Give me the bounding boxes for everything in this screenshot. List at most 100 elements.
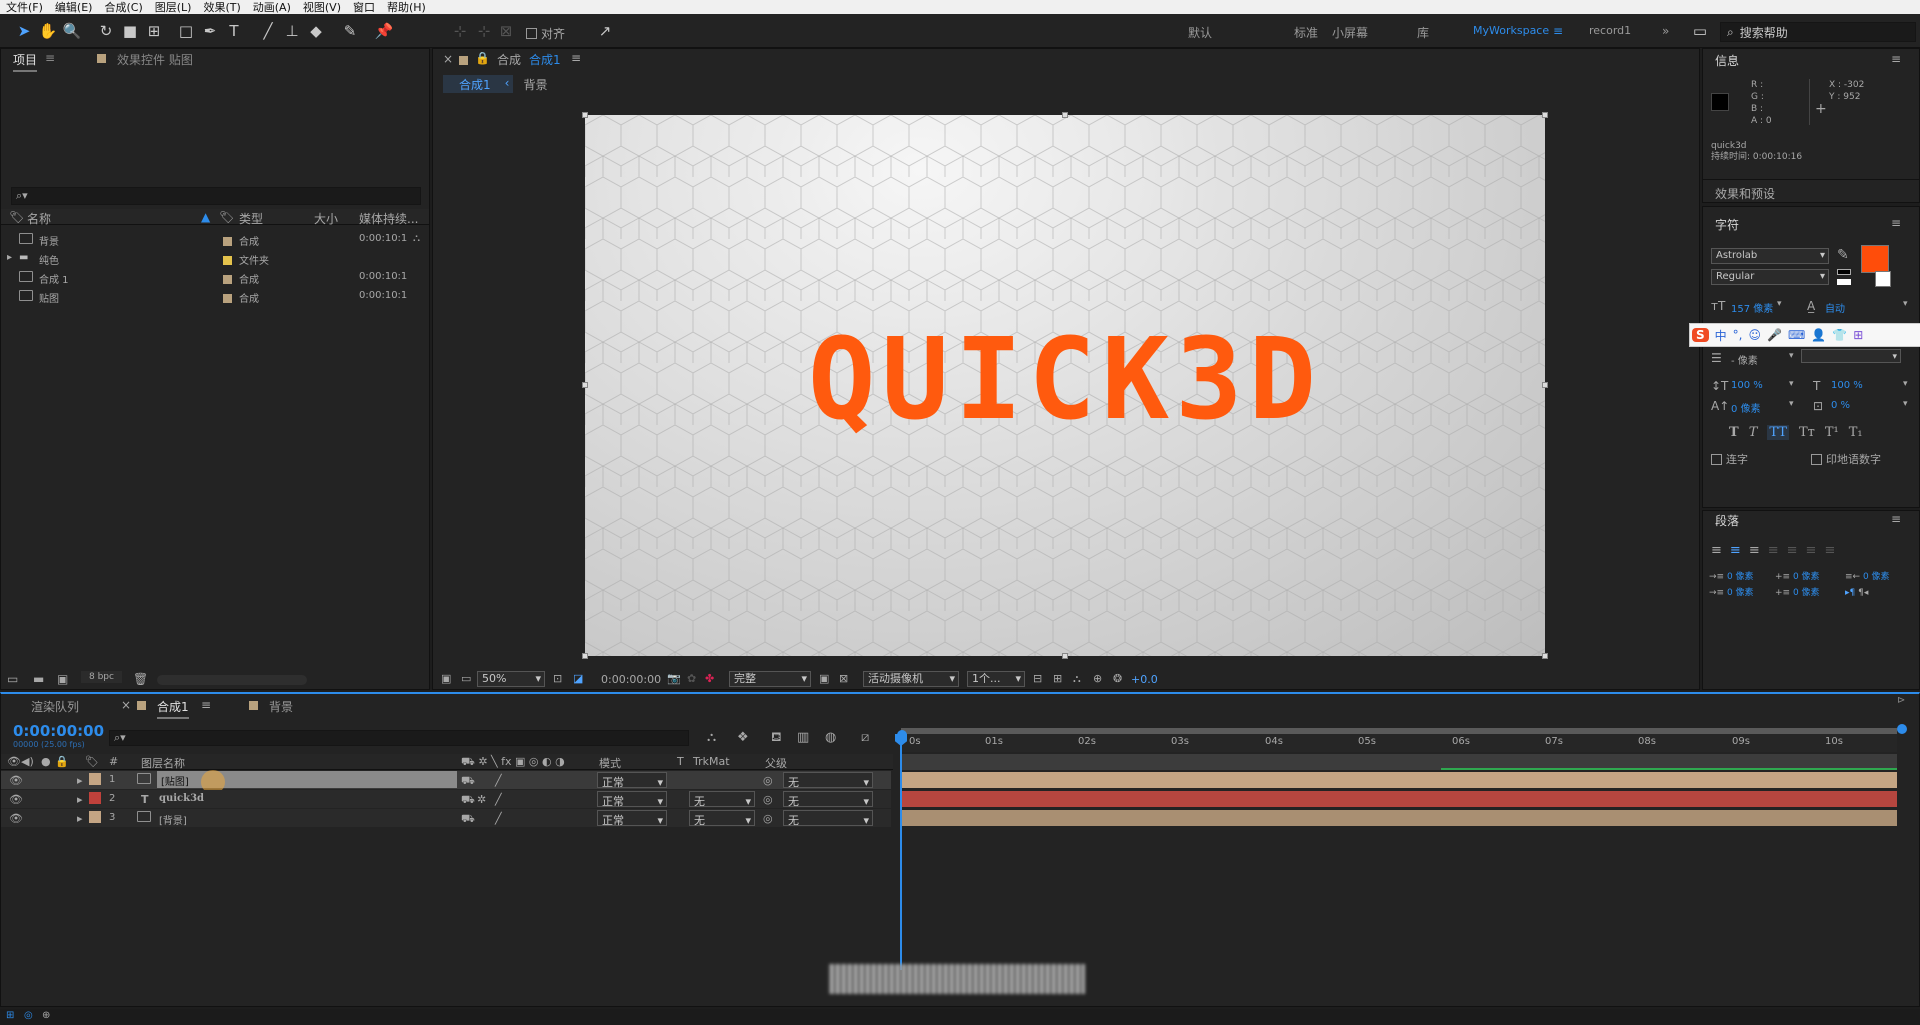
tab-render-queue[interactable]: 渲染队列 <box>31 698 79 715</box>
rotate-tool-icon[interactable]: ↻ <box>96 21 116 41</box>
brush-tool-icon[interactable]: ╱ <box>258 21 278 41</box>
pen-tool-icon[interactable]: ✒ <box>200 21 220 41</box>
transform-handle[interactable] <box>582 382 588 388</box>
close-tab-icon[interactable]: × <box>443 52 453 66</box>
transform-handle[interactable] <box>1062 653 1068 659</box>
viewer-menu-icon[interactable]: ≡ <box>571 51 581 65</box>
composition-canvas[interactable]: QUICK3D <box>585 115 1545 656</box>
layer-duration-bar[interactable] <box>901 772 1897 788</box>
layer-name[interactable]: quick3d <box>159 793 204 804</box>
ligature-checkbox[interactable] <box>1711 453 1722 465</box>
visibility-eye-icon[interactable]: 👁 <box>9 774 23 787</box>
breadcrumb-background[interactable]: 背景 <box>513 75 557 93</box>
menu-composition[interactable]: 合成(C) <box>98 0 148 15</box>
viewer-tab-comp[interactable]: 合成1 <box>529 51 561 68</box>
menu-file[interactable]: 文件(F) <box>0 0 49 15</box>
trkmat-select[interactable]: 无 ▾ <box>689 810 755 827</box>
selection-tool-icon[interactable]: ➤ <box>14 21 34 41</box>
workspace-record1[interactable]: record1 <box>1589 24 1631 37</box>
flowchart-icon[interactable]: ⛬ <box>413 233 420 244</box>
shy-layers-icon[interactable]: ⛾ <box>771 730 782 747</box>
transform-handle[interactable] <box>582 653 588 659</box>
menu-animation[interactable]: 动画(A) <box>247 0 297 15</box>
expand-arrow-icon[interactable]: ▸ <box>7 252 12 263</box>
roto-brush-tool-icon[interactable]: ✎ <box>340 21 360 41</box>
timeline-menu-icon[interactable]: ≡ <box>201 698 211 712</box>
column-parent[interactable]: 父级 <box>765 755 787 771</box>
viewer-timecode[interactable]: 0:00:00:00 <box>601 673 661 686</box>
menu-help[interactable]: 帮助(H) <box>381 0 432 15</box>
breadcrumb-comp1[interactable]: 合成1 <box>443 75 501 93</box>
stroke-width-value[interactable]: - 像素 <box>1731 352 1758 367</box>
region-icon[interactable]: ▣ <box>819 672 829 685</box>
layer-name[interactable]: [背景] <box>159 812 187 827</box>
project-item[interactable]: 贴图 合成 0:00:10:1 <box>1 286 429 305</box>
ime-voice-icon[interactable]: 🎤 <box>1767 328 1782 342</box>
tab-timeline-comp1[interactable]: 合成1 <box>157 698 189 719</box>
ltr-direction-icon[interactable]: ▸¶ <box>1845 588 1855 598</box>
effects-presets-tab[interactable]: 效果和预设 <box>1715 185 1775 202</box>
column-name[interactable]: 名称 <box>27 210 51 227</box>
camera-select[interactable]: 活动摄像机 ▾ <box>863 671 959 687</box>
ime-toolbar[interactable]: S 中 °, ☺ 🎤 ⌨ 👤 👕 ⊞ <box>1689 323 1920 347</box>
toggle-switches-icon[interactable]: ⊞ <box>6 1010 14 1021</box>
toggle-in-out-icon[interactable]: ⊕ <box>42 1010 50 1021</box>
resolution-select[interactable]: 完整 ▾ <box>729 671 811 687</box>
vertical-scale-value[interactable]: 100 % <box>1731 380 1763 391</box>
leading-dropdown-icon[interactable]: ▾ <box>1903 299 1908 309</box>
sync-settings-icon[interactable]: ▭ <box>1690 21 1710 41</box>
leading-value[interactable]: 自动 <box>1825 300 1845 315</box>
quality-switch-icon[interactable]: ╱ <box>495 812 502 825</box>
menu-edit[interactable]: 编辑(E) <box>49 0 99 15</box>
layer-row[interactable]: 👁 ▸ 2 T quick3d ⛟ ✲ ╱ 正常 ▾ 无 ▾ ◎ 无 ▾ <box>1 790 891 808</box>
superscript-button[interactable]: T¹ <box>1825 425 1839 440</box>
indent-first-value[interactable]: 0 像素 <box>1727 588 1754 598</box>
hindi-digits-checkbox[interactable] <box>1811 453 1822 465</box>
toggle-modes-icon[interactable]: ◎ <box>24 1010 33 1021</box>
stroke-dropdown-icon[interactable]: ▾ <box>1789 351 1794 361</box>
project-search-input[interactable]: ⌕▾ <box>11 187 421 205</box>
visibility-eye-icon[interactable]: 👁 <box>9 812 23 825</box>
hscale-dropdown-icon[interactable]: ▾ <box>1903 379 1908 389</box>
type-tool-icon[interactable]: T <box>224 21 244 41</box>
justify-right-button[interactable]: ≡ <box>1806 543 1817 558</box>
flowchart-icon[interactable]: ⊕ <box>1093 672 1102 685</box>
layer-row[interactable]: 👁 ▸ 3 [背景] ⛟ ╱ 正常 ▾ 无 ▾ ◎ 无 ▾ <box>1 809 891 827</box>
exposure-reset-icon[interactable]: ❂ <box>1113 672 1122 685</box>
project-item[interactable]: ▸ ▬ 纯色 文件夹 <box>1 248 429 267</box>
indent-right-value[interactable]: 0 像素 <box>1863 572 1890 582</box>
workspace-menu-icon[interactable]: ≡ <box>1553 24 1563 38</box>
character-menu-icon[interactable]: ≡ <box>1891 216 1901 230</box>
subscript-button[interactable]: T₁ <box>1849 425 1863 440</box>
rectangle-tool-icon[interactable]: □ <box>176 21 196 41</box>
hand-tool-icon[interactable]: ✋ <box>38 21 58 41</box>
faux-bold-button[interactable]: T <box>1729 425 1739 440</box>
toggle-pixel-icon[interactable]: ⊟ <box>1033 672 1042 685</box>
info-menu-icon[interactable]: ≡ <box>1891 52 1901 66</box>
close-timeline-tab-icon[interactable]: × <box>121 698 131 712</box>
new-folder-icon[interactable]: ▬ <box>33 672 44 686</box>
baseline-dropdown-icon[interactable]: ▾ <box>1789 399 1794 409</box>
font-size-dropdown-icon[interactable]: ▾ <box>1777 299 1782 309</box>
collapse-switch-icon[interactable]: ⛟ <box>461 812 475 827</box>
expand-layer-icon[interactable]: ▸ <box>77 774 83 787</box>
layer-label-color[interactable] <box>89 773 101 785</box>
lock-icon[interactable]: 🔒 <box>475 51 490 65</box>
transparency-grid-icon[interactable]: ⊠ <box>839 672 848 685</box>
search-help-input[interactable]: 搜索帮助 <box>1740 24 1788 41</box>
ime-chinese-label[interactable]: 中 <box>1715 327 1727 344</box>
clone-stamp-tool-icon[interactable]: ⊥ <box>282 21 302 41</box>
column-size[interactable]: 大小 <box>314 210 338 227</box>
project-scrollbar[interactable] <box>157 675 307 685</box>
eyedropper-icon[interactable]: ✎ <box>1837 247 1849 263</box>
draft-3d-icon[interactable]: ❖ <box>737 730 749 745</box>
column-mode[interactable]: 模式 <box>599 755 621 771</box>
space-before-value[interactable]: 0 像素 <box>1793 572 1820 582</box>
paragraph-menu-icon[interactable]: ≡ <box>1891 512 1901 526</box>
menu-effect[interactable]: 效果(T) <box>197 0 246 15</box>
camera-tool-icon[interactable]: ■ <box>120 21 140 41</box>
transform-handle[interactable] <box>1542 112 1548 118</box>
ime-user-icon[interactable]: 👤 <box>1811 328 1826 342</box>
ime-skin-icon[interactable]: 👕 <box>1832 328 1847 342</box>
new-composition-icon[interactable]: ▣ <box>57 672 68 686</box>
